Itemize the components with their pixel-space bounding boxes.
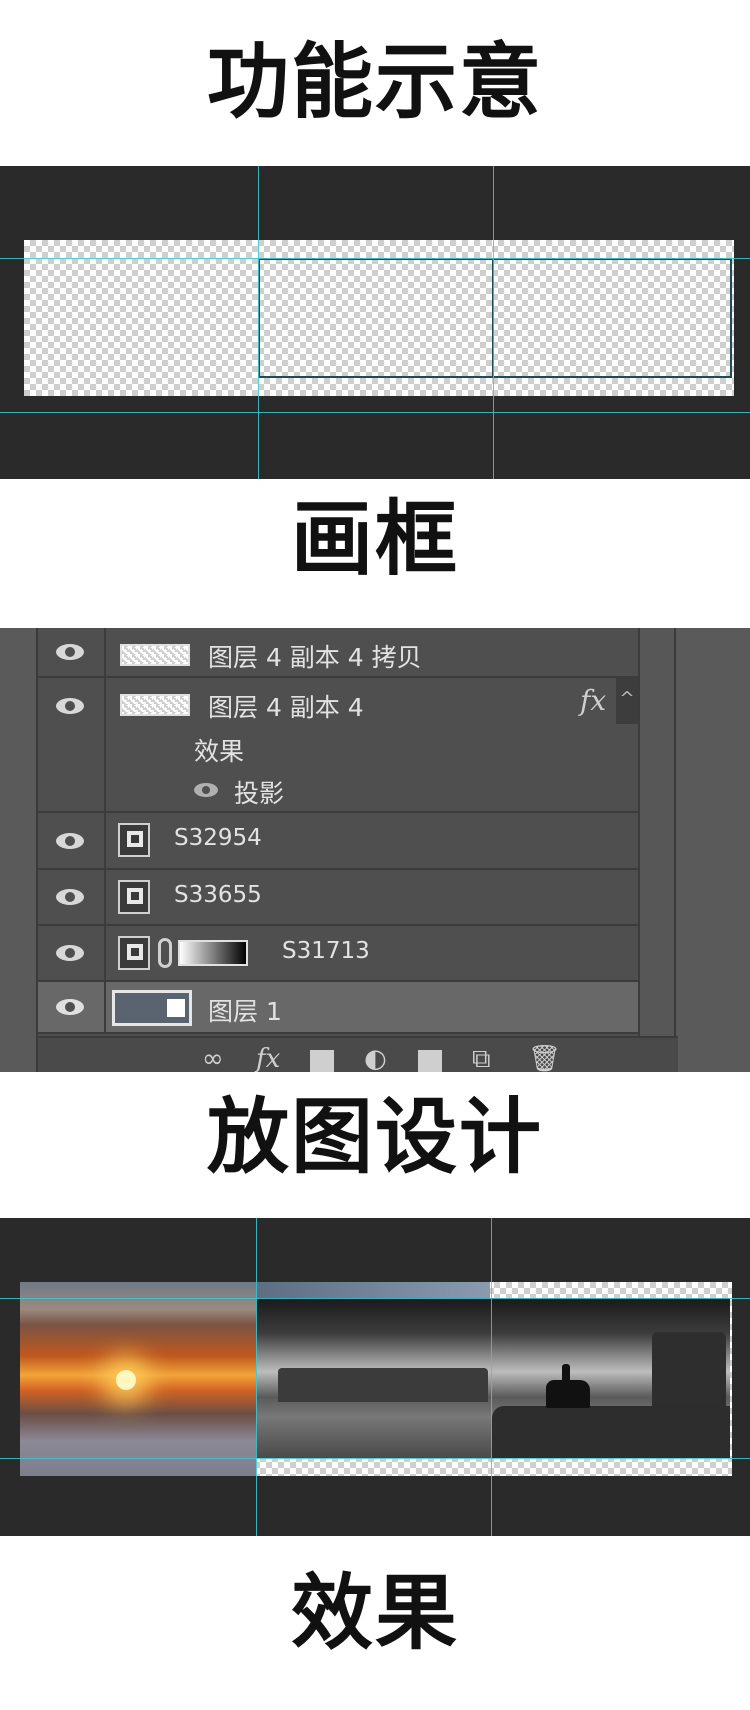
- cliff-foreground: [492, 1406, 730, 1458]
- layer-row-selected[interactable]: 图层 1: [38, 982, 638, 1034]
- layer-name[interactable]: S33655: [174, 882, 262, 908]
- eye-icon[interactable]: [56, 945, 84, 961]
- layer-thumbnail: [120, 694, 190, 716]
- fx-icon[interactable]: fx: [580, 684, 606, 717]
- section-title-frame: 画框: [290, 492, 459, 587]
- rider-figure: [562, 1364, 570, 1382]
- section-title-features: 功能示意: [206, 35, 543, 130]
- eye-icon[interactable]: [56, 832, 84, 849]
- visibility-toggle[interactable]: [38, 813, 106, 868]
- layer-row[interactable]: 图层 4 副本 4 fx ^ 效果 投影: [38, 678, 638, 813]
- mask-icon[interactable]: [310, 1050, 334, 1072]
- fx-icon[interactable]: fx: [256, 1046, 280, 1072]
- eye-icon[interactable]: [56, 999, 84, 1015]
- drop-shadow-effect[interactable]: 投影: [234, 774, 284, 810]
- layer-name[interactable]: 图层 4 副本 4: [208, 688, 364, 724]
- guide-horizontal-top[interactable]: [0, 258, 750, 259]
- visibility-toggle[interactable]: [38, 678, 106, 811]
- guide-horizontal-top[interactable]: [0, 1298, 750, 1299]
- layer-thumbnail: [120, 644, 190, 666]
- expand-effects-arrow[interactable]: ^: [616, 678, 638, 724]
- section-title-result: 效果: [290, 1566, 459, 1661]
- guide-horizontal-bottom[interactable]: [0, 1458, 750, 1459]
- guide-vertical-right[interactable]: [491, 1218, 492, 1536]
- trash-icon[interactable]: 🗑: [528, 1046, 561, 1072]
- layer-row[interactable]: S33655: [38, 870, 638, 926]
- layer-name[interactable]: 图层 1: [208, 992, 282, 1028]
- layer-thumbnail: [112, 990, 192, 1026]
- mesa-left: [278, 1368, 488, 1402]
- eye-icon[interactable]: [56, 698, 84, 714]
- layers-panel: 图层 4 副本 4 拷贝 图层 4 副本 4 fx ^ 效果 投影 S32954…: [36, 628, 678, 1072]
- guide-vertical-right[interactable]: [493, 166, 494, 479]
- horse-rider-silhouette: [546, 1380, 590, 1408]
- smart-object-icon: [118, 936, 150, 970]
- photo-canyon-sunrise[interactable]: [20, 1282, 256, 1476]
- guide-vertical-left[interactable]: [258, 166, 259, 479]
- layer-name[interactable]: 图层 4 副本 4 拷贝: [208, 638, 422, 674]
- section-title-placement-design: 放图设计: [206, 1090, 543, 1185]
- smart-object-icon: [118, 880, 150, 914]
- canvas-effect-workspace: [0, 1218, 750, 1536]
- photo-monument-valley-top: [256, 1282, 490, 1298]
- frame-right: [492, 258, 732, 378]
- new-layer-icon[interactable]: ⧉: [472, 1046, 491, 1072]
- layer-row[interactable]: 图层 4 副本 4 拷贝: [38, 628, 638, 678]
- layer-name[interactable]: S31713: [282, 938, 370, 964]
- visibility-toggle[interactable]: [38, 926, 106, 980]
- canvas-frames-workspace: [0, 166, 750, 479]
- layer-name[interactable]: S32954: [174, 825, 262, 851]
- guide-horizontal-bottom[interactable]: [0, 412, 750, 413]
- layers-panel-area: 图层 4 副本 4 拷贝 图层 4 副本 4 fx ^ 效果 投影 S32954…: [0, 628, 750, 1072]
- layers-toolbar: ∞ fx ◐ ⧉ 🗑: [38, 1036, 678, 1072]
- mesa-right: [652, 1332, 726, 1412]
- eye-icon[interactable]: [56, 644, 84, 660]
- eye-icon[interactable]: [56, 889, 84, 905]
- chain-link-icon[interactable]: [158, 938, 172, 968]
- sun-icon: [116, 1370, 136, 1390]
- adjustment-icon[interactable]: ◐: [364, 1046, 387, 1072]
- effects-label: 效果: [194, 737, 245, 766]
- layer-row[interactable]: S32954: [38, 813, 638, 870]
- layers-scrollbar[interactable]: [638, 628, 674, 1038]
- guide-vertical-left[interactable]: [256, 1218, 257, 1536]
- visibility-toggle[interactable]: [38, 982, 106, 1032]
- photo-monument-valley[interactable]: [256, 1298, 730, 1458]
- smart-object-icon: [118, 823, 150, 857]
- visibility-toggle[interactable]: [38, 870, 106, 924]
- visibility-toggle[interactable]: [38, 628, 106, 676]
- mask-thumbnail[interactable]: [178, 940, 248, 966]
- frame-middle: [258, 258, 494, 378]
- layer-row[interactable]: S31713: [38, 926, 638, 982]
- effect-eye-icon[interactable]: [194, 783, 218, 797]
- link-icon[interactable]: ∞: [202, 1046, 224, 1072]
- folder-icon[interactable]: [418, 1050, 442, 1072]
